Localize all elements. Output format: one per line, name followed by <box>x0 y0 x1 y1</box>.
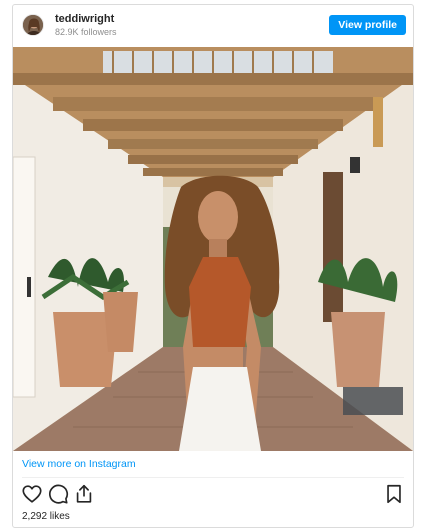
comment-icon[interactable] <box>47 483 69 505</box>
follower-count: 82.9K followers <box>55 27 117 37</box>
like-count: 2,292 likes <box>22 511 70 522</box>
post-image[interactable] <box>13 47 413 451</box>
username[interactable]: teddiwright <box>55 13 114 25</box>
view-more-on-instagram-link[interactable]: View more on Instagram <box>22 458 136 470</box>
share-icon[interactable] <box>73 483 95 505</box>
action-bar <box>13 483 413 507</box>
post-header: teddiwright 82.9K followers View profile <box>13 5 413 47</box>
heart-icon[interactable] <box>21 483 43 505</box>
view-profile-button[interactable]: View profile <box>329 15 406 35</box>
divider <box>22 477 404 478</box>
bookmark-icon[interactable] <box>383 483 405 505</box>
avatar[interactable] <box>22 14 44 36</box>
instagram-embed-card: teddiwright 82.9K followers View profile <box>12 4 414 528</box>
